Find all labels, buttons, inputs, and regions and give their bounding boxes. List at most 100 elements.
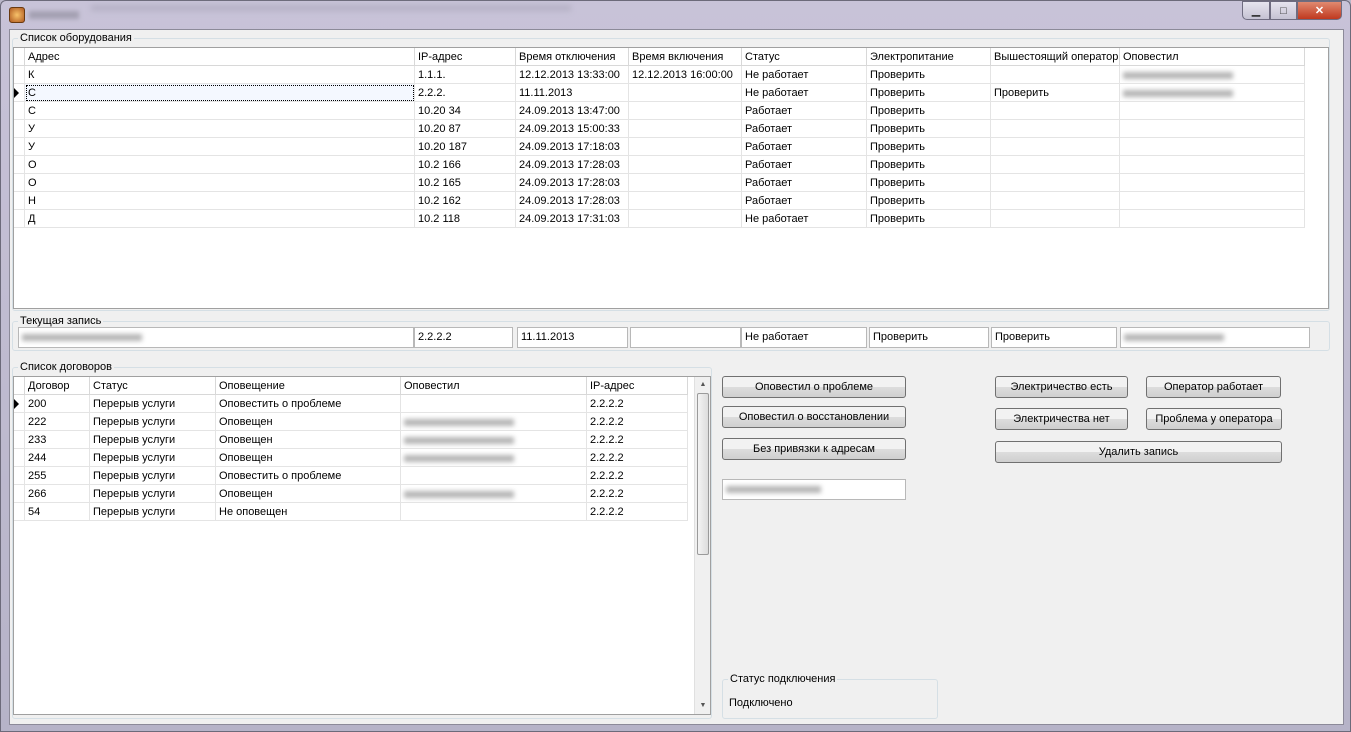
row-selector[interactable] — [14, 503, 25, 521]
contracts-cell[interactable]: 2.2.2.2 — [587, 431, 688, 449]
contracts-cell[interactable] — [401, 413, 587, 431]
equipment-cell[interactable] — [1120, 138, 1305, 156]
contracts-cell[interactable]: Перерыв услуги — [90, 449, 216, 467]
power-off-button[interactable]: Электричества нет — [995, 408, 1128, 430]
equipment-cell[interactable]: 10.2 118 — [415, 210, 516, 228]
equipment-cell[interactable] — [629, 120, 742, 138]
equipment-cell[interactable] — [1120, 120, 1305, 138]
equipment-column-header[interactable]: Вышестоящий оператор — [991, 48, 1120, 66]
row-selector[interactable] — [14, 395, 25, 413]
equipment-cell[interactable]: Не работает — [742, 66, 867, 84]
equipment-column-header[interactable]: Электропитание — [867, 48, 991, 66]
contracts-column-header[interactable]: Статус — [90, 377, 216, 395]
equipment-table-row[interactable]: О 10.2 165 24.09.2013 17:28:03 Работает Пров… — [14, 174, 1305, 192]
row-selector[interactable] — [14, 210, 25, 228]
contracts-column-header[interactable]: IP-адрес — [587, 377, 688, 395]
row-selector[interactable] — [14, 467, 25, 485]
row-selector[interactable] — [14, 120, 25, 138]
contracts-cell[interactable] — [401, 503, 587, 521]
equipment-table-row[interactable]: С 10.20 34 24.09.2013 13:47:00 Работает Пров… — [14, 102, 1305, 120]
contracts-cell[interactable]: Перерыв услуги — [90, 395, 216, 413]
row-selector[interactable] — [14, 485, 25, 503]
equipment-cell[interactable]: Работает — [742, 138, 867, 156]
contracts-column-header[interactable]: Оповестил — [401, 377, 587, 395]
row-selector[interactable] — [14, 102, 25, 120]
equipment-cell[interactable]: Работает — [742, 102, 867, 120]
equipment-cell[interactable]: Проверить — [867, 192, 991, 210]
equipment-cell[interactable] — [1120, 174, 1305, 192]
power-on-button[interactable]: Электричество есть — [995, 376, 1128, 398]
contracts-cell[interactable]: 244 — [25, 449, 90, 467]
equipment-cell[interactable]: 24.09.2013 17:18:03 — [516, 138, 629, 156]
equipment-cell[interactable] — [991, 66, 1120, 84]
close-button[interactable]: ✕ — [1297, 1, 1342, 20]
contracts-cell[interactable]: 2.2.2.2 — [587, 449, 688, 467]
equipment-cell[interactable] — [629, 138, 742, 156]
equipment-cell[interactable]: Не работает — [742, 210, 867, 228]
equipment-cell[interactable]: У — [25, 120, 415, 138]
equipment-table-row[interactable]: Н 10.2 162 24.09.2013 17:28:03 Работает Пров… — [14, 192, 1305, 210]
equipment-cell[interactable] — [991, 156, 1120, 174]
contracts-cell[interactable]: Перерыв услуги — [90, 431, 216, 449]
contracts-cell[interactable]: 255 — [25, 467, 90, 485]
equipment-cell[interactable] — [629, 156, 742, 174]
contracts-cell[interactable]: 233 — [25, 431, 90, 449]
row-selector[interactable] — [14, 449, 25, 467]
contracts-cell[interactable]: 2.2.2.2 — [587, 413, 688, 431]
row-selector[interactable] — [14, 431, 25, 449]
equipment-cell[interactable]: 24.09.2013 15:00:33 — [516, 120, 629, 138]
equipment-cell[interactable] — [991, 210, 1120, 228]
current-ip-field[interactable]: 2.2.2.2 — [414, 327, 513, 348]
equipment-cell[interactable]: Проверить — [867, 210, 991, 228]
equipment-cell[interactable]: Работает — [742, 174, 867, 192]
equipment-cell[interactable] — [629, 174, 742, 192]
equipment-table-row[interactable]: Д 10.2 118 24.09.2013 17:31:03 Не работает П… — [14, 210, 1305, 228]
equipment-cell[interactable]: С — [25, 102, 415, 120]
row-selector[interactable] — [14, 413, 25, 431]
current-address-field[interactable] — [18, 327, 414, 348]
equipment-cell[interactable]: К — [25, 66, 415, 84]
contracts-table-row[interactable]: 200 Перерыв услуги Оповестить о проблеме 2.… — [14, 395, 688, 413]
equipment-cell[interactable] — [991, 138, 1120, 156]
equipment-cell[interactable] — [629, 210, 742, 228]
delete-record-button[interactable]: Удалить запись — [995, 441, 1282, 463]
contracts-table-row[interactable]: 266 Перерыв услуги Оповещен 2.2.2.2 — [14, 485, 688, 503]
equipment-cell[interactable]: Работает — [742, 156, 867, 174]
equipment-cell[interactable]: Проверить — [991, 84, 1120, 102]
contracts-cell[interactable] — [401, 485, 587, 503]
equipment-cell[interactable] — [991, 120, 1120, 138]
equipment-cell[interactable] — [1120, 84, 1305, 102]
contracts-cell[interactable]: 2.2.2.2 — [587, 485, 688, 503]
equipment-cell[interactable]: 10.20 34 — [415, 102, 516, 120]
equipment-cell[interactable]: 10.20 87 — [415, 120, 516, 138]
current-off-time-field[interactable]: 11.11.2013 — [517, 327, 628, 348]
contracts-cell[interactable]: Оповещен — [216, 431, 401, 449]
contracts-cell[interactable] — [401, 467, 587, 485]
equipment-cell[interactable]: Проверить — [867, 84, 991, 102]
equipment-table-row[interactable]: О 10.2 166 24.09.2013 17:28:03 Работает Пров… — [14, 156, 1305, 174]
contracts-table-row[interactable]: 233 Перерыв услуги Оповещен 2.2.2.2 — [14, 431, 688, 449]
equipment-cell[interactable] — [629, 102, 742, 120]
current-upstream-field[interactable]: Проверить — [991, 327, 1117, 348]
equipment-cell[interactable]: 2.2.2. — [415, 84, 516, 102]
operator-ok-button[interactable]: Оператор работает — [1146, 376, 1281, 398]
equipment-cell[interactable]: 11.11.2013 — [516, 84, 629, 102]
equipment-cell[interactable] — [991, 174, 1120, 192]
equipment-cell[interactable]: О — [25, 174, 415, 192]
equipment-cell[interactable]: 10.2 165 — [415, 174, 516, 192]
contracts-cell[interactable]: Оповещен — [216, 413, 401, 431]
current-power-field[interactable]: Проверить — [869, 327, 989, 348]
equipment-cell[interactable]: Не работает — [742, 84, 867, 102]
equipment-cell[interactable]: С — [25, 84, 415, 102]
row-selector[interactable] — [14, 174, 25, 192]
equipment-cell[interactable]: 10.2 166 — [415, 156, 516, 174]
contracts-scrollbar[interactable]: ▲ ▼ — [694, 377, 710, 714]
current-status-field[interactable]: Не работает — [741, 327, 867, 348]
contracts-cell[interactable]: Оповещен — [216, 485, 401, 503]
row-selector[interactable] — [14, 66, 25, 84]
equipment-cell[interactable]: Проверить — [867, 138, 991, 156]
maximize-button[interactable]: □ — [1270, 1, 1297, 20]
equipment-cell[interactable]: 24.09.2013 17:28:03 — [516, 156, 629, 174]
contracts-cell[interactable] — [401, 431, 587, 449]
contracts-table-row[interactable]: 255 Перерыв услуги Оповестить о проблеме 2.… — [14, 467, 688, 485]
